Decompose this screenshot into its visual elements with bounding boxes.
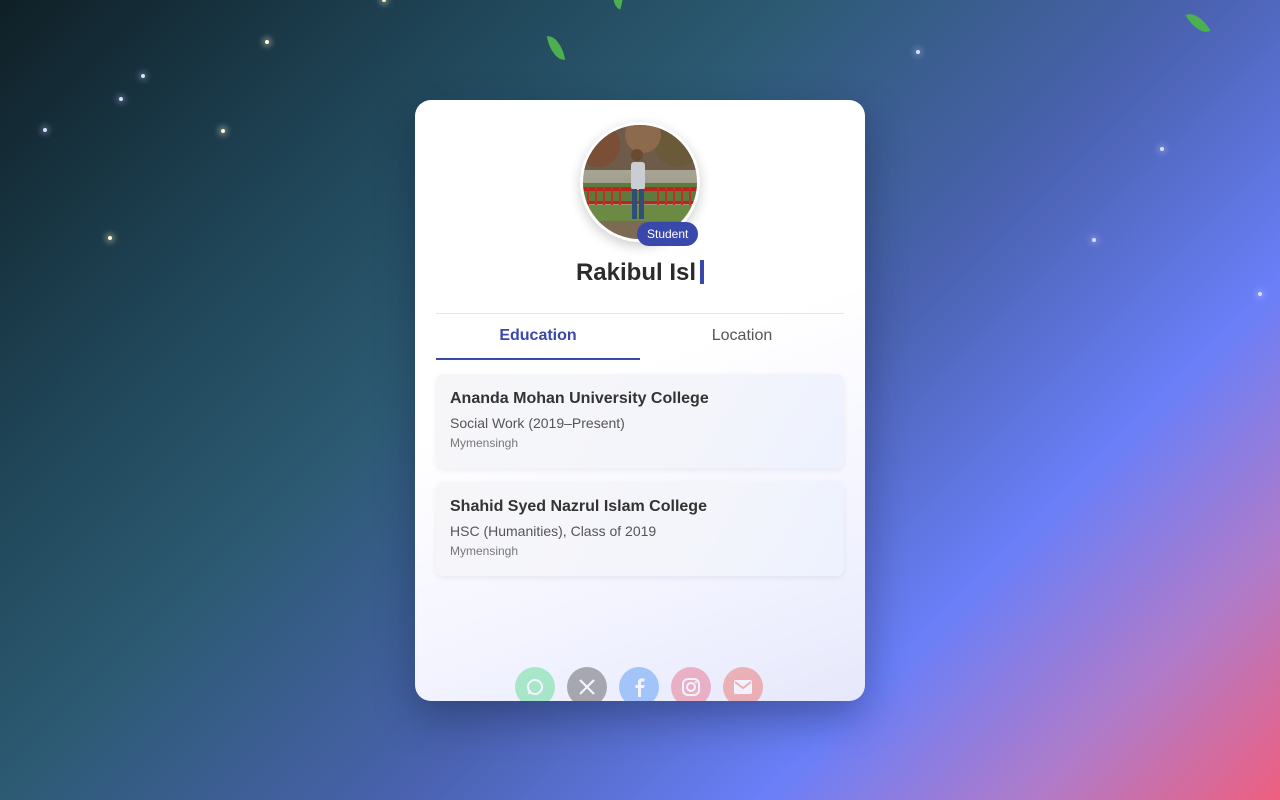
instagram-icon[interactable] (671, 667, 711, 701)
sparkle (1092, 238, 1096, 242)
leaf-decoration (1185, 8, 1211, 38)
education-item: Shahid Syed Nazrul Islam College HSC (Hu… (436, 482, 844, 576)
profile-card: Student Rakibul Isl Education Location A… (415, 100, 865, 701)
tab-location[interactable]: Location (640, 314, 844, 360)
typing-cursor (700, 260, 705, 284)
status-badge: Student (637, 222, 699, 246)
x-icon[interactable] (567, 667, 607, 701)
profile-name: Rakibul Isl (415, 255, 865, 291)
institution-name: Ananda Mohan University College (450, 390, 709, 407)
tab-education[interactable]: Education (436, 314, 640, 360)
program-text: HSC (Humanities), Class of 2019 (450, 523, 657, 539)
facebook-icon[interactable] (619, 667, 659, 701)
sparkle (916, 50, 920, 54)
profile-name-text: Rakibul Isl (575, 259, 697, 286)
sparkle (43, 128, 47, 132)
sparkle (265, 40, 269, 44)
sparkle (382, 0, 386, 2)
tab-bar: Education Location (436, 314, 844, 360)
location-text: Mymensingh (450, 544, 519, 558)
institution-name: Shahid Syed Nazrul Islam College (450, 498, 707, 515)
whatsapp-icon[interactable] (515, 667, 555, 701)
location-text: Mymensingh (450, 436, 519, 450)
sparkle (141, 74, 145, 78)
leaf-decoration (546, 33, 566, 63)
sparkle (1258, 292, 1262, 296)
program-text: Social Work (2019–Present) (450, 415, 625, 431)
mail-icon[interactable] (723, 667, 763, 701)
education-item: Ananda Mohan University College Social W… (436, 374, 844, 468)
sparkle (119, 97, 123, 101)
social-links (515, 667, 765, 701)
sparkle (221, 129, 225, 133)
sparkle (1160, 147, 1164, 151)
sparkle (108, 236, 112, 240)
leaf-decoration (606, 0, 630, 10)
